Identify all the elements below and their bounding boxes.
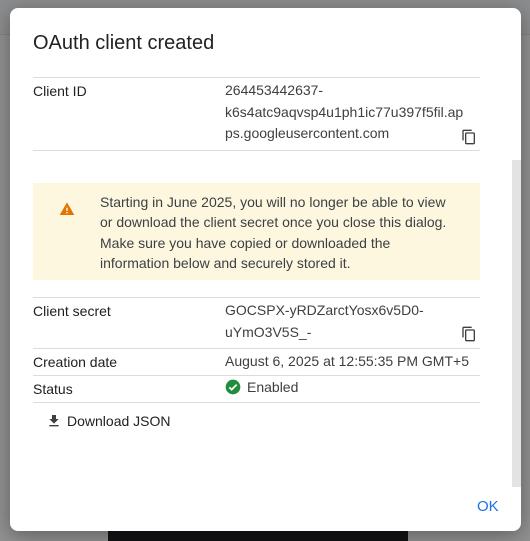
warning-line: or download the client secret once you c… xyxy=(100,214,447,231)
creation-date-label: Creation date xyxy=(33,354,118,370)
client-secret-value[interactable]: GOCSPX-yRDZarctYosx6v5D0- uYmO3V5S_- xyxy=(225,300,424,343)
creation-date-value: August 6, 2025 at 12:55:35 PM GMT+5 xyxy=(225,353,469,369)
divider xyxy=(33,348,480,349)
warning-line: Make sure you have copied or downloaded … xyxy=(100,234,391,251)
client-id-line: k6s4atc9aqvsp4u1ph1ic77u397f5fil.ap xyxy=(225,103,464,120)
client-secret-line: GOCSPX-yRDZarctYosx6v5D0- xyxy=(225,302,424,318)
ok-button[interactable]: OK xyxy=(473,496,503,517)
copy-icon[interactable] xyxy=(461,326,477,342)
client-id-value[interactable]: 264453442637- k6s4atc9aqvsp4u1ph1ic77u39… xyxy=(225,80,463,145)
oauth-client-dialog: OAuth client created Client ID 264453442… xyxy=(10,8,521,531)
client-secret-label: Client secret xyxy=(33,303,111,319)
warning-line: Starting in June 2025, you will no longe… xyxy=(100,194,446,210)
warning-icon xyxy=(59,201,75,217)
client-id-line: 264453442637- xyxy=(225,82,324,98)
divider xyxy=(33,297,480,298)
dialog-scrollbar[interactable] xyxy=(512,160,521,487)
warning-line: information below and securely stored it… xyxy=(100,255,351,272)
copy-icon[interactable] xyxy=(461,129,477,145)
download-json-button[interactable]: Download JSON xyxy=(46,410,171,432)
status-text: Enabled xyxy=(247,379,299,395)
download-json-label: Download JSON xyxy=(67,413,171,429)
client-id-label: Client ID xyxy=(33,83,87,99)
divider xyxy=(33,375,480,376)
warning-banner: Starting in June 2025, you will no longe… xyxy=(33,183,480,280)
client-secret-line: uYmO3V5S_- xyxy=(225,323,312,340)
warning-text: Starting in June 2025, you will no longe… xyxy=(100,192,472,274)
dialog-title: OAuth client created xyxy=(33,32,215,54)
status-label: Status xyxy=(33,381,73,397)
download-icon xyxy=(49,415,59,427)
divider xyxy=(33,402,480,403)
divider xyxy=(33,150,480,151)
divider xyxy=(33,77,480,78)
client-id-line: ps.googleusercontent.com xyxy=(225,125,390,141)
status-value: Enabled xyxy=(225,379,298,395)
check-circle-icon xyxy=(225,379,241,395)
